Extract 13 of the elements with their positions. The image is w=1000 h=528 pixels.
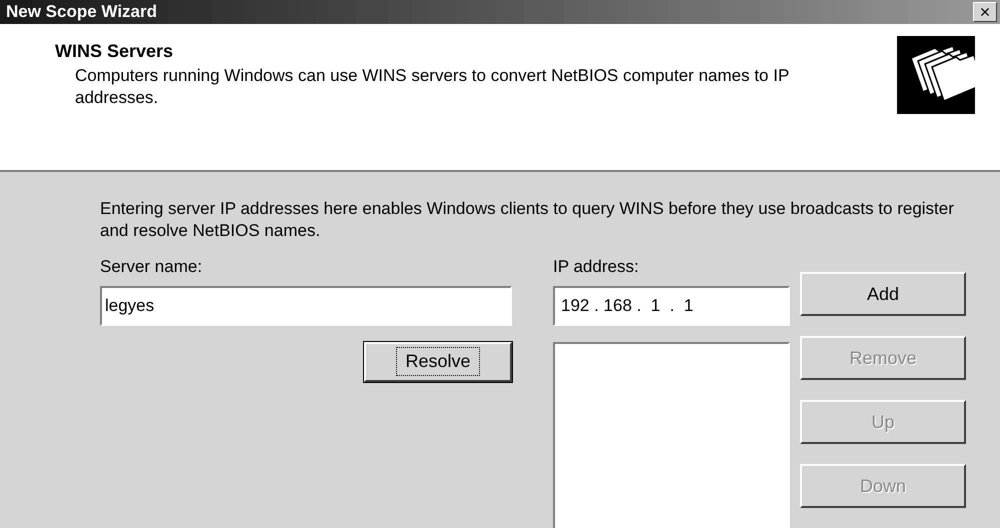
folders-icon	[897, 36, 975, 114]
header-description: Computers running Windows can use WINS servers to convert NetBIOS computer names to IP addresses.	[74, 65, 790, 109]
intro-text: Entering server IP addresses here enables Windows clients to query WINS before they use broadcasts to register and resolve NetBIOS names.	[100, 198, 955, 242]
ip-address-label: IP address:	[553, 256, 640, 278]
header-title: WINS Servers	[55, 40, 174, 63]
window-title: New Scope Wizard	[6, 1, 157, 24]
server-name-field[interactable]: legyes	[100, 286, 512, 326]
close-button[interactable]: ×	[973, 2, 997, 22]
ip-address-field[interactable]: 192 . 168 . 1 . 1	[553, 286, 790, 326]
wizard-button[interactable]: Add	[800, 272, 966, 316]
server-name-label: Server name:	[100, 256, 204, 278]
ip-address-list[interactable]	[553, 342, 790, 528]
wizard-button[interactable]: Resolve	[364, 342, 512, 382]
